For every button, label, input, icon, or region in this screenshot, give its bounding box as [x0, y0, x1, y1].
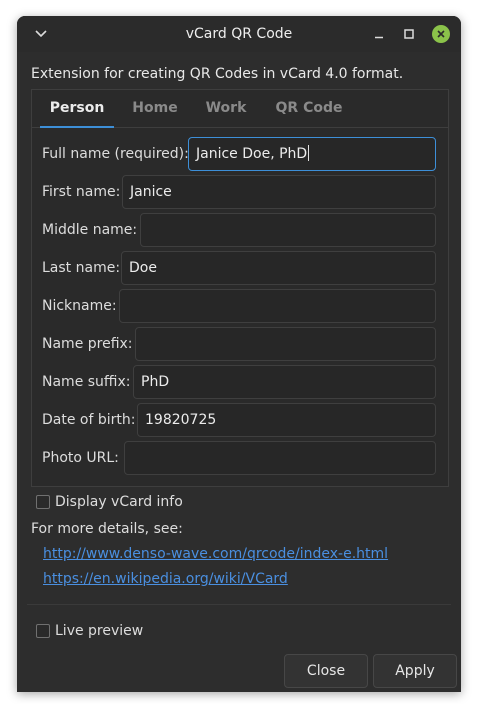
- first-name-row: First name: Janice: [32, 173, 448, 211]
- minimize-button[interactable]: [365, 16, 393, 52]
- middle-name-label: Middle name:: [42, 222, 138, 238]
- nickname-input[interactable]: [119, 289, 436, 323]
- close-window-button[interactable]: [427, 16, 455, 52]
- divider: [27, 604, 451, 605]
- photo-url-row: Photo URL:: [32, 439, 448, 477]
- close-button[interactable]: Close: [284, 654, 368, 688]
- name-suffix-label: Name suffix:: [42, 374, 131, 390]
- maximize-button[interactable]: [395, 16, 423, 52]
- photo-url-input[interactable]: [124, 441, 436, 475]
- name-prefix-input[interactable]: [135, 327, 436, 361]
- full-name-label: Full name (required):: [42, 146, 189, 162]
- tab-bar: Person Home Work QR Code: [32, 90, 448, 128]
- name-prefix-label: Name prefix:: [42, 336, 133, 352]
- date-of-birth-label: Date of birth:: [42, 412, 136, 428]
- extension-description: Extension for creating QR Codes in vCard…: [31, 66, 404, 82]
- live-preview-label[interactable]: Live preview: [55, 623, 143, 639]
- apply-button[interactable]: Apply: [373, 654, 457, 688]
- first-name-input[interactable]: Janice: [122, 175, 436, 209]
- last-name-row: Last name: Doe: [32, 249, 448, 287]
- name-prefix-row: Name prefix:: [32, 325, 448, 363]
- window-menu-button[interactable]: [27, 16, 55, 52]
- denso-wave-link[interactable]: http://www.denso-wave.com/qrcode/index-e…: [43, 546, 388, 562]
- date-of-birth-input[interactable]: 19820725: [137, 403, 436, 437]
- name-suffix-input[interactable]: PhD: [133, 365, 436, 399]
- display-vcard-label[interactable]: Display vCard info: [55, 494, 183, 510]
- tab-qr-code[interactable]: QR Code: [274, 90, 344, 127]
- tab-panel: Person Home Work QR Code Full name (requ…: [31, 89, 449, 487]
- dialog-window: vCard QR Code Extension for creating QR …: [17, 16, 461, 692]
- nickname-label: Nickname:: [42, 298, 117, 314]
- display-vcard-checkbox[interactable]: [36, 495, 50, 509]
- chevron-down-icon: [35, 30, 47, 38]
- tab-home[interactable]: Home: [130, 90, 180, 127]
- name-suffix-row: Name suffix: PhD: [32, 363, 448, 401]
- minimize-icon: [375, 36, 383, 39]
- full-name-row: Full name (required): Janice Doe, PhD: [32, 135, 448, 173]
- details-text: For more details, see:: [31, 521, 183, 537]
- close-icon: [432, 25, 450, 43]
- middle-name-row: Middle name:: [32, 211, 448, 249]
- nickname-row: Nickname:: [32, 287, 448, 325]
- live-preview-checkbox[interactable]: [36, 624, 50, 638]
- wikipedia-vcard-link[interactable]: https://en.wikipedia.org/wiki/VCard: [43, 571, 288, 587]
- middle-name-input[interactable]: [140, 213, 436, 247]
- last-name-input[interactable]: Doe: [121, 251, 436, 285]
- date-of-birth-row: Date of birth: 19820725: [32, 401, 448, 439]
- full-name-input[interactable]: Janice Doe, PhD: [188, 137, 436, 171]
- tab-work[interactable]: Work: [204, 90, 248, 127]
- first-name-label: First name:: [42, 184, 121, 200]
- last-name-label: Last name:: [42, 260, 121, 276]
- tab-person[interactable]: Person: [40, 90, 114, 128]
- maximize-icon: [404, 29, 414, 39]
- photo-url-label: Photo URL:: [42, 450, 119, 466]
- title-bar: vCard QR Code: [17, 16, 461, 52]
